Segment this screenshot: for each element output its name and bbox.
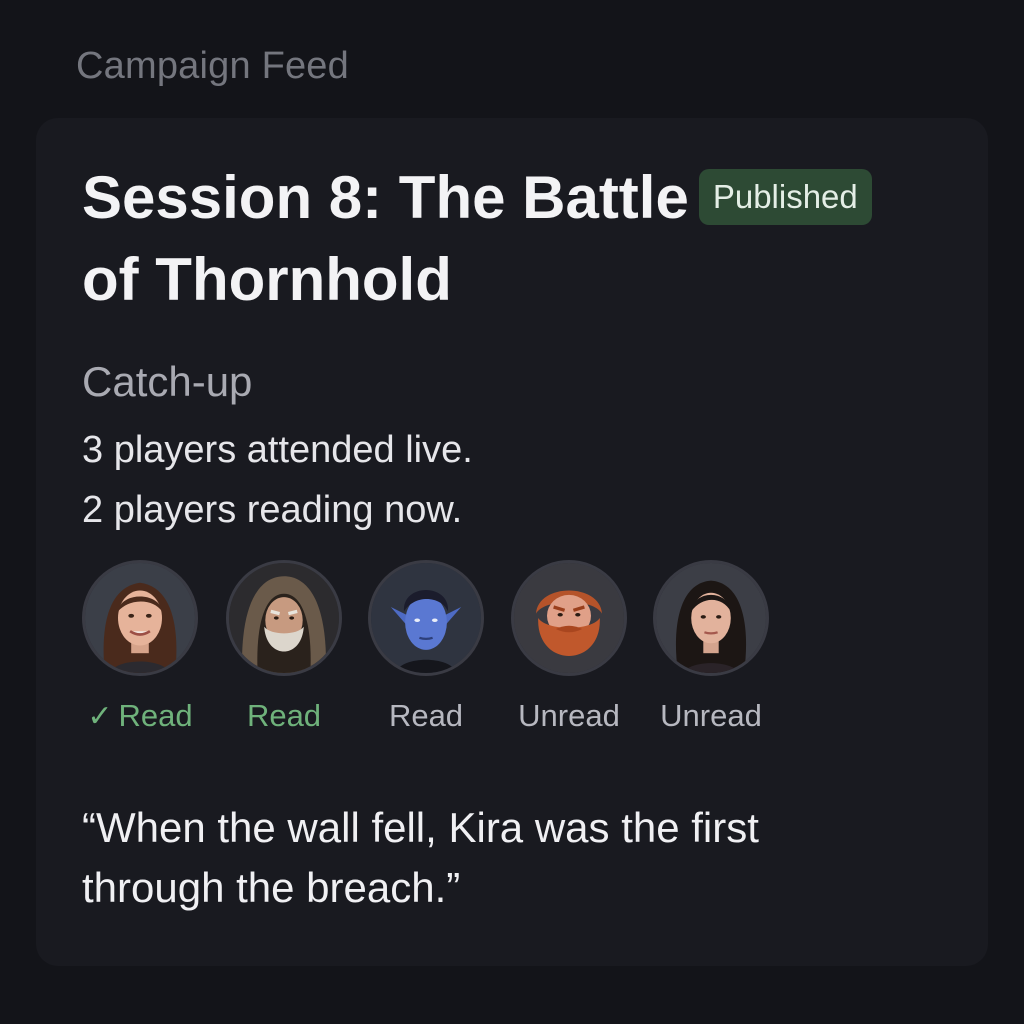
quote-line-2: through the breach.”: [82, 864, 461, 911]
published-badge: Published: [698, 169, 872, 225]
player-status-4: Unread: [518, 698, 620, 733]
feed-title: Campaign Feed: [76, 45, 349, 87]
woman-brown-hair-avatar-icon: [85, 563, 195, 673]
quote-line-1: “When the wall fell, Kira was the first: [82, 804, 759, 851]
campaign-feed-screen: Campaign Feed Session 8: The Battle Publi…: [0, 0, 1024, 1024]
player-status-1: ✓ Read: [65, 696, 215, 737]
player-status-5: Unread: [660, 698, 762, 733]
session-card[interactable]: Session 8: The Battle Published of Thornh…: [36, 118, 988, 966]
session-title-line-2: of Thornhold: [82, 246, 452, 313]
player-avatar-2[interactable]: [226, 560, 342, 676]
player-avatar-1[interactable]: [82, 560, 198, 676]
blue-elf-avatar-icon: [371, 563, 481, 673]
player-status-2: Read: [246, 698, 322, 733]
hooded-old-man-avatar-icon: [229, 563, 339, 673]
catchup-label: Catch-up: [82, 358, 253, 405]
session-quote: “When the wall fell, Kira was the first …: [82, 798, 912, 918]
session-title: Session 8: The Battle Published of Thornh…: [82, 162, 952, 326]
red-bearded-dwarf-avatar-icon: [514, 563, 624, 673]
player-avatar-4[interactable]: [511, 560, 627, 676]
player-status-3: Read: [388, 698, 464, 733]
attended-count: 3 players attended live.: [82, 429, 473, 471]
player-avatar-3[interactable]: [368, 560, 484, 676]
player-avatar-5[interactable]: [653, 560, 769, 676]
reading-count: 2 players reading now.: [82, 489, 463, 531]
checkmark-icon: ✓: [87, 700, 113, 733]
woman-dark-hair-avatar-icon: [656, 563, 766, 673]
session-title-line-1: Session 8: The Battle Published: [82, 162, 952, 244]
